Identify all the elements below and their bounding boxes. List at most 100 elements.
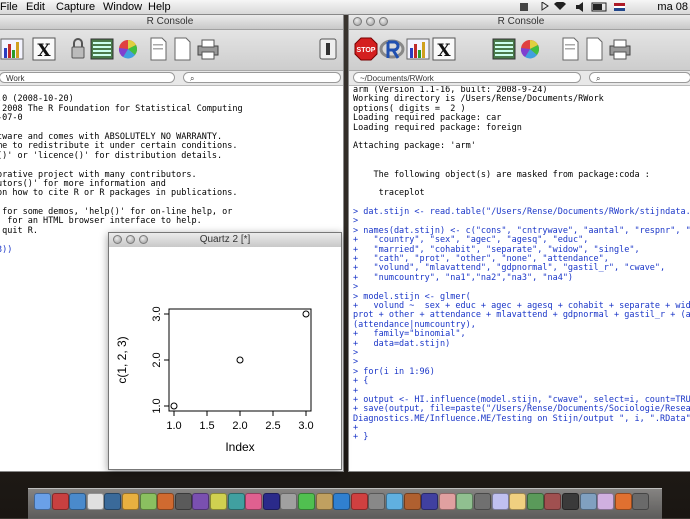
- left-console-pathbar: Work ⌕: [0, 71, 343, 86]
- close-button[interactable]: [113, 235, 122, 244]
- dock-app-icon[interactable]: [315, 493, 333, 510]
- data-point: [236, 356, 244, 364]
- document-icon[interactable]: [557, 36, 583, 62]
- dock-app-icon[interactable]: [122, 493, 139, 510]
- dock-app-icon[interactable]: [333, 493, 351, 510]
- console-icon[interactable]: [491, 36, 517, 62]
- printer-icon[interactable]: [195, 36, 221, 62]
- new-document-icon[interactable]: [169, 36, 195, 62]
- console-icon[interactable]: [89, 36, 115, 62]
- zoom-button[interactable]: [379, 17, 388, 26]
- search-icon: ⌕: [596, 74, 601, 83]
- console-line: + "numcountry", "na1","na2","na3", "na4"…: [353, 272, 574, 283]
- dock-app-icon[interactable]: [614, 493, 632, 510]
- dock-app-icon[interactable]: [262, 493, 280, 510]
- console-line: >: [353, 347, 359, 358]
- dock-app-icon[interactable]: [298, 493, 315, 510]
- r-logo-icon[interactable]: [379, 36, 405, 62]
- dock-app-icon[interactable]: [157, 493, 175, 510]
- left-working-dir-field[interactable]: Work: [0, 72, 175, 83]
- dock: [28, 488, 662, 519]
- dock-app-icon[interactable]: [491, 493, 509, 510]
- dock-app-icon[interactable]: [544, 493, 562, 510]
- search-icon: ⌕: [190, 74, 195, 83]
- dock-app-icon[interactable]: [174, 493, 192, 510]
- document-icon[interactable]: [145, 36, 171, 62]
- dock-app-icon[interactable]: [104, 493, 122, 510]
- menu-file[interactable]: File: [0, 0, 18, 14]
- dock-app-icon[interactable]: [51, 493, 69, 510]
- dock-app-icon[interactable]: [421, 493, 439, 510]
- console-line: The following object(s) are masked from …: [353, 169, 650, 180]
- left-console-title: R Console: [146, 16, 194, 27]
- new-document-icon[interactable]: [581, 36, 607, 62]
- color-wheel-icon[interactable]: [115, 36, 141, 62]
- menu-edit[interactable]: Edit: [26, 0, 45, 14]
- menu-clock[interactable]: ma 08: [657, 0, 688, 14]
- zoom-button[interactable]: [139, 235, 148, 244]
- status-app-icon: [520, 3, 528, 11]
- dock-app-icon[interactable]: [526, 493, 544, 510]
- right-console-titlebar[interactable]: R Console: [349, 15, 690, 30]
- dock-app-icon[interactable]: [456, 493, 474, 510]
- x11-icon[interactable]: X: [431, 36, 457, 62]
- right-console-output[interactable]: arm (Version 1.1-16, built: 2008-9-24) Wo…: [349, 86, 690, 471]
- menu-help[interactable]: Help: [148, 0, 171, 14]
- close-button[interactable]: [353, 17, 362, 26]
- bar-chart-icon[interactable]: [405, 36, 431, 62]
- status-menu-icons[interactable]: [520, 2, 650, 12]
- lock-icon[interactable]: [65, 36, 91, 62]
- right-working-dir-field[interactable]: ~/Documents/RWork: [353, 72, 581, 83]
- printer-icon[interactable]: [607, 36, 633, 62]
- dock-app-icon[interactable]: [579, 493, 597, 510]
- dock-app-icon[interactable]: [562, 493, 579, 510]
- dock-app-icon[interactable]: [386, 493, 403, 510]
- console-line: 2008 The R Foundation for Statistical Co…: [0, 103, 243, 114]
- quartz-titlebar[interactable]: Quartz 2 [*]: [109, 233, 341, 248]
- stop-icon[interactable]: STOP: [353, 36, 379, 62]
- console-line: + {: [353, 376, 369, 387]
- dock-app-icon[interactable]: [509, 493, 527, 510]
- right-console-pathbar: ~/Documents/RWork ⌕: [349, 71, 690, 86]
- console-line: on how to cite R or R packages in public…: [0, 188, 238, 199]
- console-line: ' for an HTML browser interface to help.: [0, 216, 202, 227]
- right-search-field[interactable]: ⌕: [589, 72, 690, 83]
- dock-app-icon[interactable]: [280, 493, 298, 510]
- right-console-title: R Console: [497, 16, 545, 27]
- dock-app-icon[interactable]: [210, 493, 227, 510]
- plot-frame: [168, 308, 312, 412]
- dock-app-icon[interactable]: [139, 493, 157, 510]
- dock-app-icon[interactable]: [438, 493, 456, 510]
- y-tick-label: 1.0: [151, 398, 163, 413]
- left-console-toolbar: X: [0, 30, 343, 71]
- quartz-window: Quartz 2 [*] 1.0 1.5 2.0 2.5 3.0 1.0 2.0 3.0 Ind…: [108, 232, 342, 470]
- dock-app-icon[interactable]: [597, 493, 615, 510]
- dock-app-icon[interactable]: [403, 493, 421, 510]
- toggle-icon[interactable]: [317, 36, 339, 62]
- dock-app-icon[interactable]: [34, 493, 51, 510]
- dock-app-icon[interactable]: [192, 493, 210, 510]
- minimize-button[interactable]: [366, 17, 375, 26]
- y-axis-label: c(1, 2, 3): [115, 336, 129, 383]
- color-wheel-icon[interactable]: [517, 36, 543, 62]
- left-search-field[interactable]: ⌕: [183, 72, 341, 83]
- y-tick-label: 2.0: [151, 352, 163, 367]
- console-line: + data=dat.stijn): [353, 338, 451, 349]
- dock-app-icon[interactable]: [69, 493, 87, 510]
- dock-app-icon[interactable]: [632, 493, 650, 510]
- minimize-button[interactable]: [126, 235, 135, 244]
- console-line: Attaching package: 'arm': [353, 141, 476, 152]
- dock-app-icon[interactable]: [350, 493, 368, 510]
- dock-app-icon[interactable]: [474, 493, 491, 510]
- dock-app-icon[interactable]: [227, 493, 245, 510]
- x-axis-label: Index: [225, 440, 254, 454]
- menu-window[interactable]: Window: [103, 0, 142, 14]
- dock-app-icon[interactable]: [86, 493, 104, 510]
- bar-chart-icon[interactable]: [0, 36, 25, 62]
- volume-icon: [576, 2, 583, 12]
- dock-app-icon[interactable]: [245, 493, 263, 510]
- dock-app-icon[interactable]: [368, 493, 386, 510]
- x11-icon[interactable]: X: [31, 36, 57, 62]
- left-console-titlebar[interactable]: R Console: [0, 15, 343, 30]
- menu-capture[interactable]: Capture: [56, 0, 95, 14]
